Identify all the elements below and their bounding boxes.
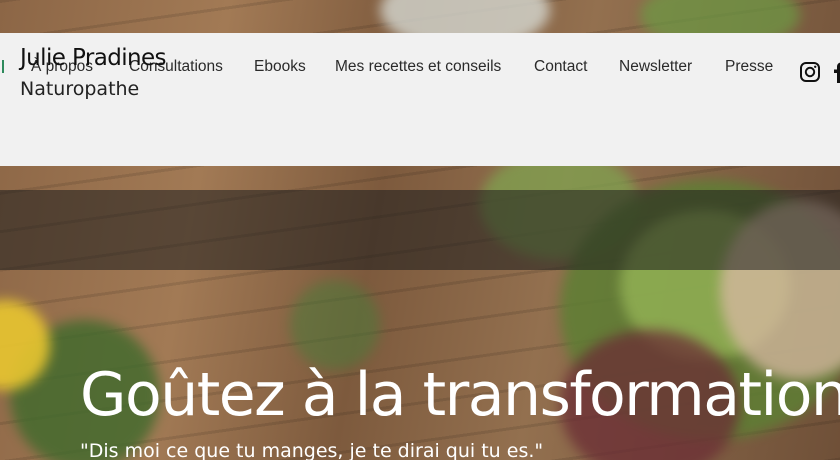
hero-quote: "Dis moi ce que tu manges, je te dirai q… — [80, 440, 544, 460]
nav-item-presse[interactable]: Presse — [725, 58, 773, 76]
facebook-icon[interactable] — [832, 61, 840, 83]
nav-item-contact[interactable]: Contact — [534, 58, 587, 76]
nav-item-ebooks[interactable]: Ebooks — [254, 58, 306, 76]
instagram-icon[interactable] — [799, 61, 821, 83]
dark-overlay-band — [0, 190, 840, 270]
herb-shape — [290, 280, 380, 370]
nav-active-indicator — [2, 60, 4, 73]
hero-title: Goûtez à la transformation — [80, 360, 840, 430]
brand-subtitle: Naturopathe — [20, 78, 140, 100]
nav-item-recettes[interactable]: Mes recettes et conseils — [335, 58, 501, 76]
nav-item-newsletter[interactable]: Newsletter — [619, 58, 692, 76]
brand-name[interactable]: Julie Pradines — [20, 45, 167, 71]
